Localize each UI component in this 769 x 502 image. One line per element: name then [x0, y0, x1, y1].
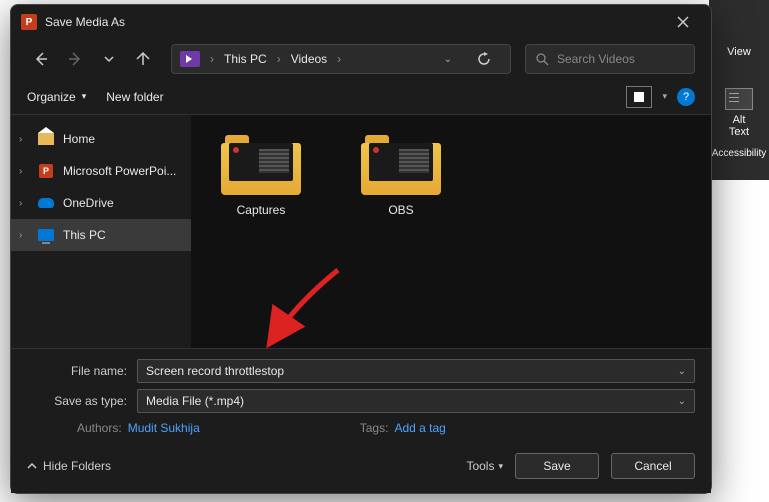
tools-menu[interactable]: Tools ▾ [466, 459, 503, 473]
sidebar-item-onedrive[interactable]: › OneDrive [11, 187, 191, 219]
folder-icon [221, 135, 301, 195]
ribbon-view-tab[interactable]: View [715, 38, 763, 66]
search-placeholder: Search Videos [557, 52, 635, 66]
file-list[interactable]: Captures OBS [191, 115, 711, 348]
search-icon [536, 53, 549, 66]
chevron-down-icon[interactable]: ⌄ [678, 366, 686, 377]
caret-down-icon: ▾ [498, 461, 503, 472]
sidebar-item-powerpoint[interactable]: › P Microsoft PowerPoi... [11, 155, 191, 187]
folder-label: OBS [388, 203, 413, 217]
tags-label: Tags: [360, 421, 389, 435]
nav-toolbar: › This PC › Videos › ⌄ Search Videos [11, 39, 711, 79]
back-button[interactable] [27, 45, 55, 73]
chevron-right-icon: › [19, 166, 29, 177]
dialog-title: Save Media As [45, 15, 665, 29]
savetype-select[interactable]: Media File (*.mp4) ⌄ [137, 389, 695, 413]
powerpoint-icon: P [39, 164, 53, 178]
arrow-right-icon [67, 51, 83, 67]
titlebar: P Save Media As [11, 5, 711, 39]
tools-label: Tools [466, 459, 494, 473]
alt-text-label-1: Alt [725, 114, 753, 126]
breadcrumb-sep: › [337, 52, 341, 66]
chevron-right-icon: › [19, 134, 29, 145]
caret-down-icon[interactable]: ▾ [662, 91, 667, 102]
cancel-button[interactable]: Cancel [611, 453, 695, 479]
folder-captures[interactable]: Captures [211, 135, 311, 217]
breadcrumb-sep: › [277, 52, 281, 66]
authors-value[interactable]: Mudit Sukhija [128, 421, 200, 435]
help-button[interactable]: ? [677, 88, 695, 106]
powerpoint-icon: P [21, 14, 37, 30]
folder-icon [361, 135, 441, 195]
forward-button[interactable] [61, 45, 89, 73]
close-icon [677, 16, 689, 28]
view-mode-icon [634, 92, 644, 102]
arrow-left-icon [33, 51, 49, 67]
chevron-right-icon: › [19, 198, 29, 209]
filename-label: File name: [27, 364, 137, 378]
alt-text-icon [725, 88, 753, 110]
address-bar[interactable]: › This PC › Videos › ⌄ [171, 44, 511, 74]
onedrive-icon [38, 198, 54, 208]
caret-down-icon: ▾ [82, 91, 87, 102]
sidebar-item-label: This PC [63, 228, 106, 242]
organize-label: Organize [27, 90, 76, 104]
address-dropdown[interactable]: ⌄ [440, 54, 456, 65]
close-button[interactable] [665, 8, 701, 36]
view-mode-button[interactable] [626, 86, 652, 108]
breadcrumb-sep: › [210, 52, 214, 66]
dialog-body: › Home › P Microsoft PowerPoi... › OneDr… [11, 115, 711, 348]
hide-folders-label: Hide Folders [43, 459, 111, 473]
save-button[interactable]: Save [515, 453, 599, 479]
monitor-icon [38, 229, 54, 241]
sidebar-item-this-pc[interactable]: › This PC [11, 219, 191, 251]
up-button[interactable] [129, 45, 157, 73]
authors-label: Authors: [77, 421, 122, 435]
recent-locations-button[interactable] [95, 45, 123, 73]
accessibility-group-label: Accessibility [712, 148, 766, 159]
search-box[interactable]: Search Videos [525, 44, 695, 74]
sidebar-item-label: OneDrive [63, 196, 114, 210]
videos-folder-icon [180, 51, 200, 67]
sidebar-item-home[interactable]: › Home [11, 123, 191, 155]
chevron-down-icon [104, 54, 114, 64]
organize-menu[interactable]: Organize ▾ [27, 90, 86, 104]
alt-text-button[interactable]: Alt Text [725, 88, 753, 138]
chevron-up-icon [27, 461, 37, 471]
folder-label: Captures [237, 203, 286, 217]
refresh-button[interactable] [466, 52, 502, 66]
new-folder-button[interactable]: New folder [106, 90, 163, 104]
tags-value[interactable]: Add a tag [394, 421, 445, 435]
savetype-value: Media File (*.mp4) [146, 394, 244, 408]
sidebar-item-label: Home [63, 132, 95, 146]
savetype-label: Save as type: [27, 394, 137, 408]
chevron-down-icon[interactable]: ⌄ [678, 396, 686, 407]
arrow-up-icon [135, 51, 151, 67]
breadcrumb-videos[interactable]: Videos [291, 52, 327, 66]
breadcrumb-this-pc[interactable]: This PC [224, 52, 267, 66]
save-as-dialog: P Save Media As › This PC › Videos › ⌄ [10, 4, 712, 494]
refresh-icon [477, 52, 491, 66]
alt-text-label-2: Text [725, 126, 753, 138]
nav-sidebar: › Home › P Microsoft PowerPoi... › OneDr… [11, 115, 191, 348]
folder-obs[interactable]: OBS [351, 135, 451, 217]
chevron-right-icon: › [19, 230, 29, 241]
command-toolbar: Organize ▾ New folder ▾ ? [11, 79, 711, 115]
filename-value: Screen record throttlestop [146, 364, 284, 378]
home-icon [38, 133, 54, 145]
sidebar-item-label: Microsoft PowerPoi... [63, 164, 176, 178]
hide-folders-button[interactable]: Hide Folders [27, 459, 111, 473]
dialog-footer: File name: Screen record throttlestop ⌄ … [11, 348, 711, 493]
filename-input[interactable]: Screen record throttlestop ⌄ [137, 359, 695, 383]
background-ribbon: View Alt Text Accessibility [709, 0, 769, 180]
